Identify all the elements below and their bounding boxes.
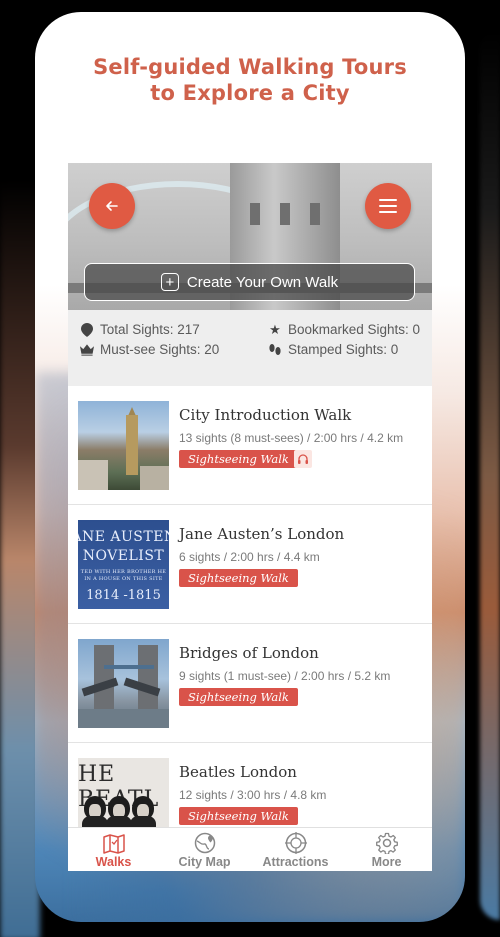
walk-type-tag: Sightseeing Walk bbox=[179, 450, 298, 468]
crown-icon bbox=[80, 343, 94, 357]
walk-item-bridges-of-london[interactable]: Bridges of London 9 sights (1 must-see) … bbox=[68, 624, 432, 743]
create-walk-label: Create Your Own Walk bbox=[186, 273, 339, 291]
headline-line-2: to Explore a City bbox=[150, 81, 350, 105]
headline-line-1: Self-guided Walking Tours bbox=[93, 55, 407, 79]
app-screen: + Create Your Own Walk Total Sights: 217… bbox=[68, 163, 432, 871]
stat-bookmarked-sights: ★ Bookmarked Sights: 0 bbox=[269, 321, 421, 338]
nav-city-map[interactable]: City Map bbox=[159, 828, 250, 871]
walk-item-jane-austen[interactable]: ANE AUSTEN NOVELIST TED WITH HER BROTHER… bbox=[68, 505, 432, 624]
walk-item-city-introduction[interactable]: City Introduction Walk 13 sights (8 must… bbox=[68, 386, 432, 505]
arrow-left-icon bbox=[106, 201, 118, 211]
create-own-walk-button[interactable]: + Create Your Own Walk bbox=[84, 263, 415, 301]
nav-more[interactable]: More bbox=[341, 828, 432, 871]
walk-meta: 6 sights / 2:00 hrs / 4.4 km bbox=[179, 550, 320, 564]
map-pin-icon bbox=[80, 322, 94, 337]
walk-type-tag: Sightseeing Walk bbox=[179, 807, 298, 825]
compass-target-icon bbox=[284, 832, 307, 854]
footprints-icon bbox=[268, 343, 282, 357]
star-icon: ★ bbox=[269, 321, 281, 337]
promo-headline: Self-guided Walking Tours to Explore a C… bbox=[35, 54, 465, 106]
stat-stamped-sights: Stamped Sights: 0 bbox=[268, 342, 398, 357]
walk-title: Bridges of London bbox=[179, 644, 319, 662]
walk-title: Jane Austen’s London bbox=[179, 525, 345, 543]
walk-type-tag: Sightseeing Walk bbox=[179, 569, 298, 587]
walk-meta: 9 sights (1 must-see) / 2:00 hrs / 5.2 k… bbox=[179, 669, 391, 683]
gear-icon bbox=[375, 832, 398, 854]
bottom-navigation: Walks City Map Attractions More bbox=[68, 827, 432, 871]
blue-plaque-photo: ANE AUSTEN NOVELIST TED WITH HER BROTHER… bbox=[78, 520, 169, 609]
walk-meta: 12 sights / 3:00 hrs / 4.8 km bbox=[179, 788, 327, 802]
walk-type-tag: Sightseeing Walk bbox=[179, 688, 298, 706]
sights-stats: Total Sights: 217 Must-see Sights: 20 ★ … bbox=[68, 310, 432, 386]
headphones-icon bbox=[294, 450, 312, 468]
back-button[interactable] bbox=[89, 183, 135, 229]
map-icon bbox=[102, 834, 125, 854]
nav-attractions[interactable]: Attractions bbox=[250, 828, 341, 871]
phone-frame: Self-guided Walking Tours to Explore a C… bbox=[35, 12, 465, 922]
hamburger-menu-icon bbox=[379, 199, 397, 213]
hero-banner: + Create Your Own Walk bbox=[68, 163, 432, 310]
globe-pin-icon bbox=[194, 832, 215, 854]
big-ben-photo bbox=[78, 401, 169, 490]
background-blur-left bbox=[0, 180, 40, 937]
nav-walks[interactable]: Walks bbox=[68, 828, 159, 871]
stat-total-sights: Total Sights: 217 bbox=[80, 322, 200, 337]
tower-bridge-photo bbox=[78, 639, 169, 728]
menu-button[interactable] bbox=[365, 183, 411, 229]
background-blur-right bbox=[480, 30, 500, 920]
walk-title: Beatles London bbox=[179, 763, 297, 781]
walk-title: City Introduction Walk bbox=[179, 406, 352, 424]
walk-meta: 13 sights (8 must-sees) / 2:00 hrs / 4.2… bbox=[179, 431, 404, 445]
plus-icon: + bbox=[160, 273, 179, 291]
stat-must-see-sights: Must-see Sights: 20 bbox=[80, 342, 219, 357]
